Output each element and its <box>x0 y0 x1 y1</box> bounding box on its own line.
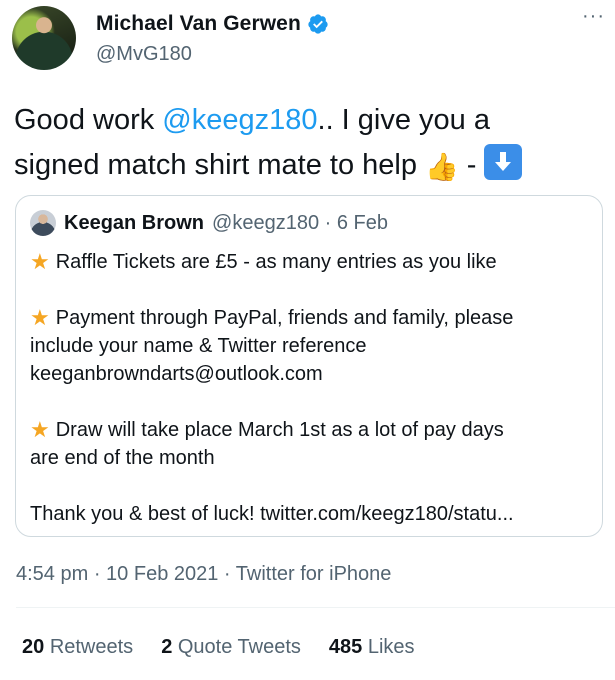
tweet-dash: - <box>458 149 485 181</box>
retweets-count: 20 <box>22 636 45 658</box>
quoted-paragraph-4: Thank you & best of luck! twitter.com/ke… <box>30 500 590 528</box>
retweets-stat[interactable]: 20 Retweets <box>22 636 133 659</box>
tweet-date[interactable]: 10 Feb 2021 <box>106 563 218 585</box>
mention-link[interactable]: @keegz180 <box>162 104 317 136</box>
quote-tweets-stat[interactable]: 2 Quote Tweets <box>161 636 301 659</box>
likes-stat[interactable]: 485 Likes <box>329 636 415 659</box>
star-emoji-icon: ★ <box>30 305 50 330</box>
more-horizontal-icon[interactable]: ··· <box>582 6 605 26</box>
quoted-paragraph-2: ★ Payment through PayPal, friends and fam… <box>30 304 590 388</box>
quote-tweets-count: 2 <box>161 636 173 658</box>
quoted-author-handle: @keegz180 <box>212 211 320 234</box>
tweet-source[interactable]: Twitter for iPhone <box>236 563 392 585</box>
quoted-date: 6 Feb <box>336 211 389 234</box>
quoted-tweet-header: Keegan Brown @keegz180 · 6 Feb <box>30 210 388 236</box>
retweets-label: Retweets <box>49 636 134 658</box>
tweet-text-part1: Good work <box>14 104 163 136</box>
quoted-author-meta: @keegz180 · 6 Feb <box>212 212 388 235</box>
quoted-paragraph-3-line-2: are end of the month <box>30 447 215 469</box>
quoted-separator: · <box>319 211 337 234</box>
author-avatar[interactable] <box>12 6 76 70</box>
tweet-time[interactable]: 4:54 pm <box>16 563 88 585</box>
timestamp-separator-2: · <box>218 563 236 585</box>
quoted-author-name: Keegan Brown <box>64 211 205 234</box>
star-emoji-icon: ★ <box>30 417 50 442</box>
quoted-email-text: keeganbrowndarts@outlook.com <box>30 363 323 385</box>
tweet-text-line2: signed match shirt mate to help <box>14 149 426 181</box>
quoted-paragraph-4-text: Thank you & best of luck! twitter.com/ke… <box>30 503 514 525</box>
timestamp-separator-1: · <box>88 563 107 585</box>
likes-label: Likes <box>367 636 415 658</box>
quoted-paragraph-1: ★ Raffle Tickets are £5 - as many entries… <box>30 248 590 276</box>
tweet-text: Good work @keegz180.. I give you a signe… <box>14 98 604 190</box>
author-handle[interactable]: @MvG180 <box>96 43 192 66</box>
down-arrow-emoji-icon <box>484 144 523 180</box>
quoted-paragraph-3: ★ Draw will take place March 1st as a lot… <box>30 416 590 472</box>
likes-count: 485 <box>328 636 363 658</box>
divider <box>16 607 615 608</box>
quoted-paragraph-1-text: Raffle Tickets are £5 - as many entries … <box>55 251 497 273</box>
author-name[interactable]: Michael Van Gerwen <box>96 12 301 36</box>
quoted-paragraph-3-line-1: Draw will take place March 1st as a lot … <box>55 419 504 441</box>
quoted-author-avatar <box>30 210 56 236</box>
tweet-text-line-2: signed match shirt mate to help 👍 - <box>14 143 604 190</box>
quoted-paragraph-2-line-1: Payment through PayPal, friends and fami… <box>55 307 514 329</box>
author-name-row[interactable]: Michael Van Gerwen <box>96 12 329 36</box>
quoted-paragraph-2-line-2: include your name & Twitter reference <box>30 335 367 357</box>
tweet-text-line-1: Good work @keegz180.. I give you a <box>14 98 604 143</box>
engagement-stats: 20 Retweets 2 Quote Tweets 485 Likes <box>22 636 415 659</box>
thumbs-up-emoji-icon: 👍 <box>425 152 459 182</box>
quoted-tweet-card[interactable]: Keegan Brown @keegz180 · 6 Feb ★ Raffle T… <box>15 195 603 537</box>
verified-badge-icon <box>308 14 328 34</box>
quoted-tweet-body: ★ Raffle Tickets are £5 - as many entries… <box>30 248 590 528</box>
quote-tweets-label: Quote Tweets <box>177 636 301 658</box>
star-emoji-icon: ★ <box>30 249 50 274</box>
tweet-text-part2: .. I give you a <box>317 104 491 136</box>
tweet-timestamp: 4:54 pm · 10 Feb 2021 · Twitter for iPho… <box>16 563 391 586</box>
